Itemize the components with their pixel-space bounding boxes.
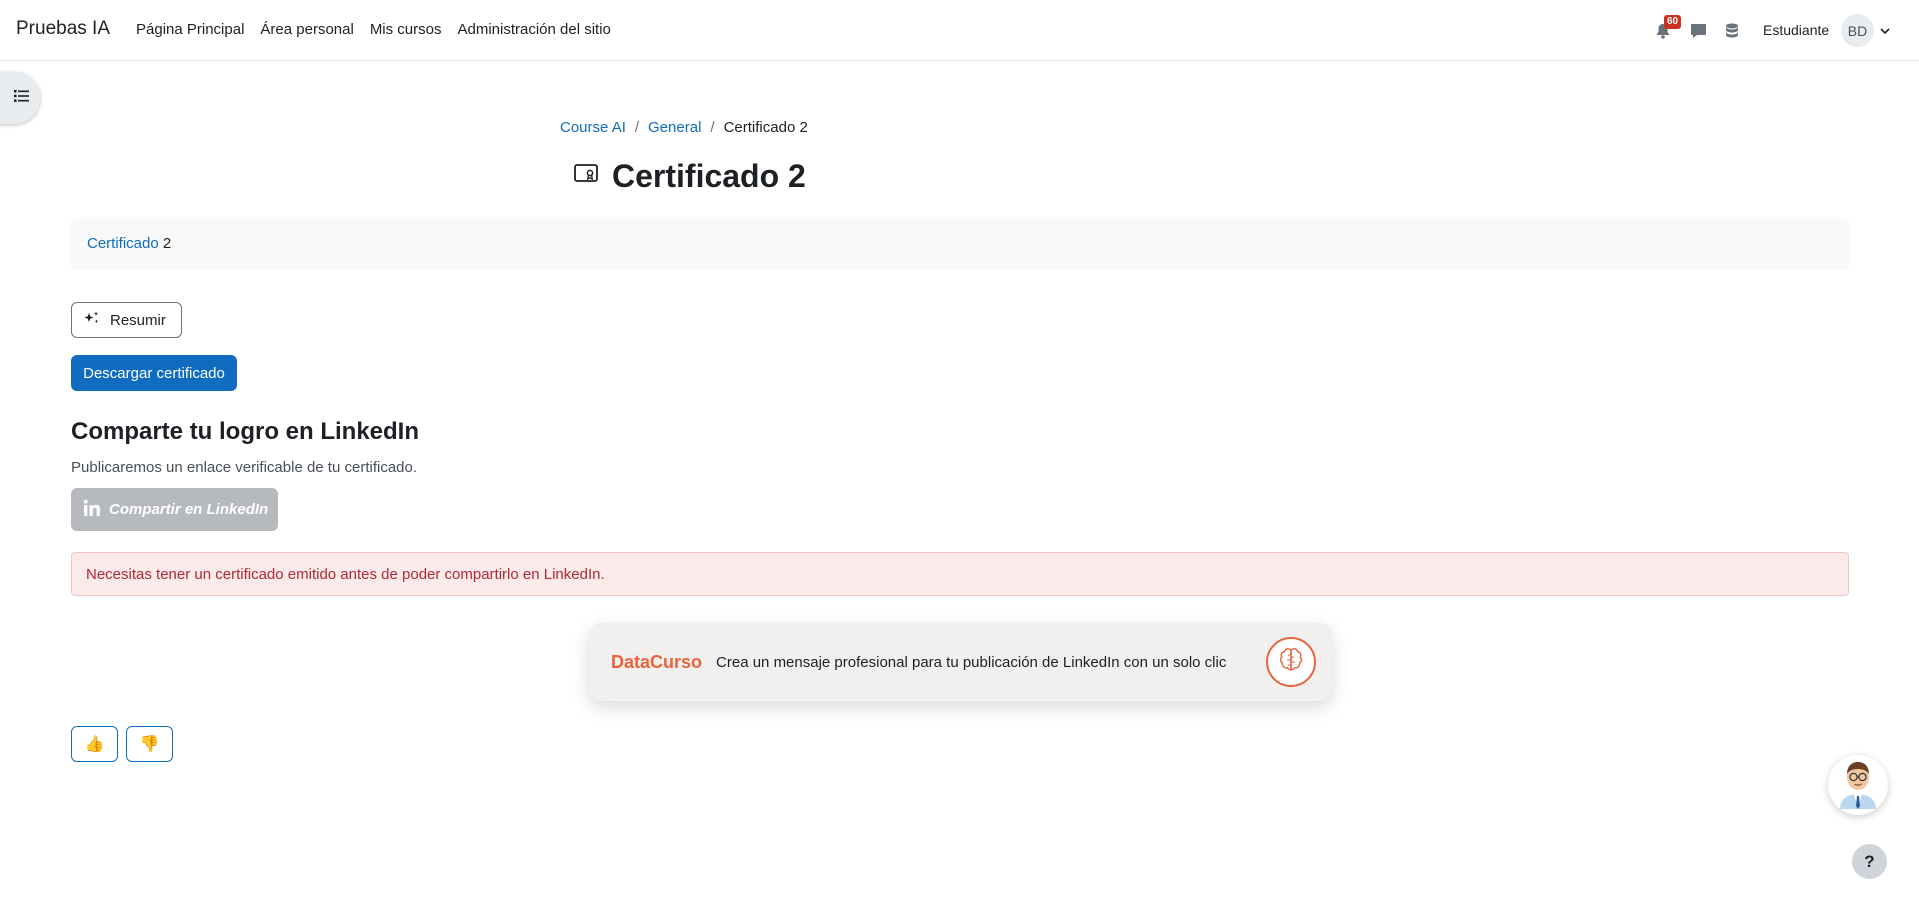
thumbs-up-icon: 👍 xyxy=(84,736,105,753)
breadcrumb: Course AI / General / Certificado 2 xyxy=(560,119,808,136)
help-button[interactable]: ? xyxy=(1852,844,1887,879)
messages-chat-icon[interactable] xyxy=(1686,19,1710,43)
notification-count-badge: 60 xyxy=(1664,15,1682,29)
download-certificate-button[interactable]: Descargar certificado xyxy=(71,355,237,391)
sparkles-icon xyxy=(84,311,100,329)
avatar[interactable]: BD xyxy=(1841,14,1874,47)
nav-link-site-admin[interactable]: Administración del sitio xyxy=(458,21,611,38)
database-icon[interactable] xyxy=(1720,19,1744,43)
linkedin-share-description: Publicaremos un enlace verificable de tu… xyxy=(71,459,418,476)
thumbs-down-icon: 👎 xyxy=(139,736,160,753)
primary-navigation: Página Principal Área personal Mis curso… xyxy=(136,21,611,38)
datacurso-logo: DataCurso xyxy=(611,651,703,672)
datacurso-banner: DataCurso Crea un mensaje profesional pa… xyxy=(589,623,1332,701)
breadcrumb-current: Certificado 2 xyxy=(723,119,808,136)
list-icon xyxy=(13,89,29,107)
breadcrumb-separator: / xyxy=(710,119,715,136)
user-name[interactable]: Estudiante xyxy=(1763,22,1829,38)
share-linkedin-button[interactable]: Compartir en LinkedIn xyxy=(71,488,278,531)
breadcrumb-course[interactable]: Course AI xyxy=(560,119,626,136)
nav-link-my-courses[interactable]: Mis cursos xyxy=(370,21,442,38)
top-navbar: Pruebas IA Página Principal Área persona… xyxy=(0,0,1919,61)
assistant-avatar-button[interactable] xyxy=(1828,755,1888,815)
course-index-toggle[interactable] xyxy=(0,72,40,124)
summarize-button[interactable]: Resumir xyxy=(71,302,182,338)
linkedin-icon xyxy=(83,499,101,521)
summarize-label: Resumir xyxy=(110,311,166,329)
ai-brain-button[interactable] xyxy=(1266,637,1316,687)
thumbs-down-button[interactable]: 👎 xyxy=(126,726,173,762)
breadcrumb-section[interactable]: General xyxy=(648,119,701,136)
nav-link-home[interactable]: Página Principal xyxy=(136,21,244,38)
share-linkedin-label: Compartir en LinkedIn xyxy=(109,501,269,518)
nav-link-dashboard[interactable]: Área personal xyxy=(260,21,353,38)
page-header: Certificado 2 xyxy=(574,158,806,195)
certificate-link[interactable]: Certificado xyxy=(87,235,159,252)
chevron-down-icon[interactable] xyxy=(1880,23,1890,41)
datacurso-message: Crea un mensaje profesional para tu publ… xyxy=(716,653,1227,671)
linkedin-error-alert: Necesitas tener un certificado emitido a… xyxy=(71,552,1849,596)
linkedin-share-heading: Comparte tu logro en LinkedIn xyxy=(71,418,420,445)
thumbs-up-button[interactable]: 👍 xyxy=(71,726,118,762)
activity-number: 2 xyxy=(158,235,172,252)
site-brand[interactable]: Pruebas IA xyxy=(16,18,110,40)
certificate-icon xyxy=(574,164,598,189)
breadcrumb-separator: / xyxy=(634,119,640,136)
page-title: Certificado 2 xyxy=(612,158,806,194)
activity-description: Certificado 2 xyxy=(71,217,1849,270)
assistant-avatar-icon xyxy=(1835,757,1881,814)
brain-icon xyxy=(1276,645,1306,680)
